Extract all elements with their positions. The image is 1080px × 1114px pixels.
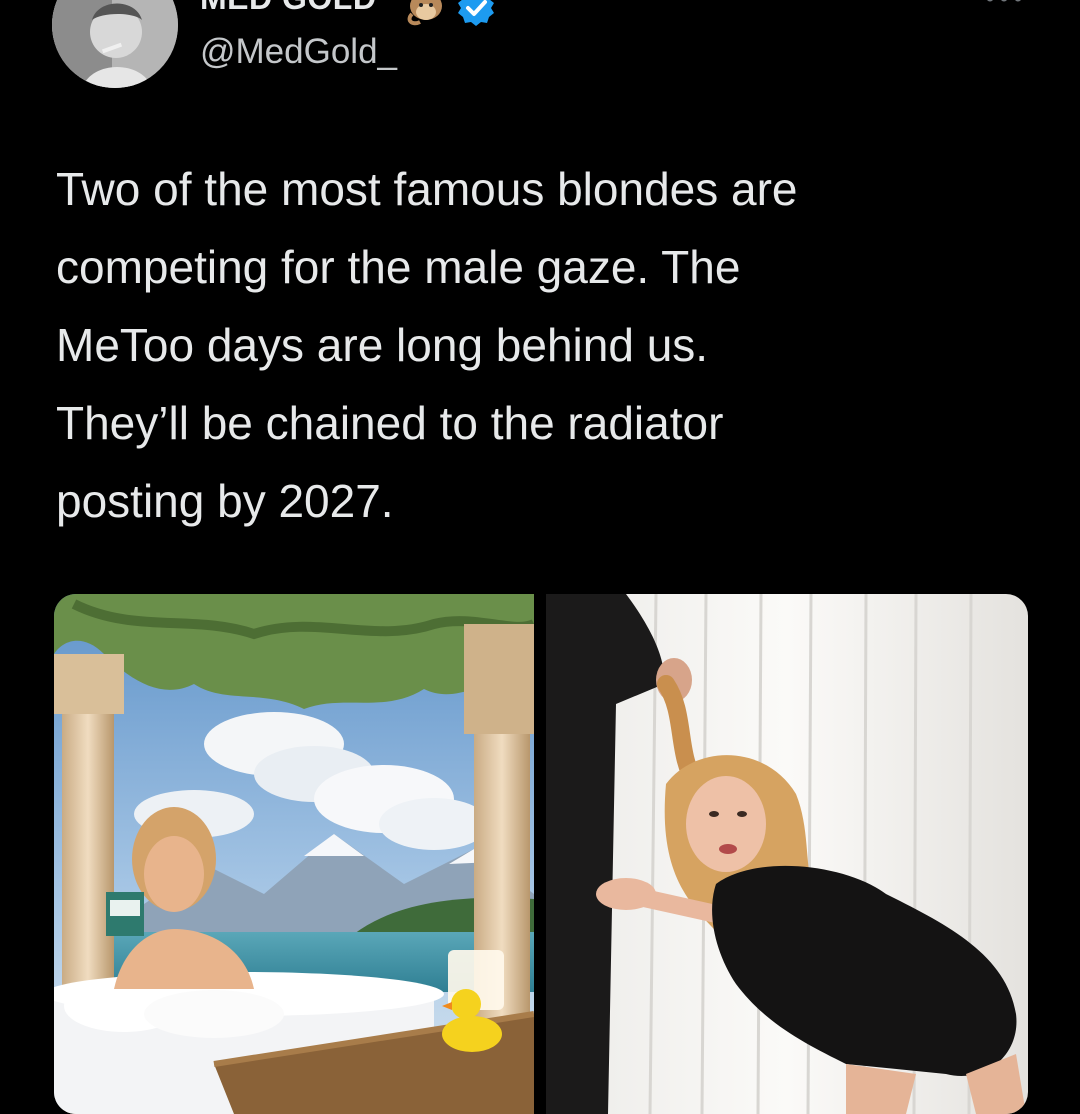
tweet-media: [54, 594, 1028, 1114]
monkey-emoji-icon: [407, 0, 442, 26]
tweet-text-line: MeToo days are long behind us.: [56, 319, 709, 371]
curtain-scene-photo: [546, 594, 1028, 1114]
bathtub-scene-photo: [54, 594, 534, 1114]
avatar[interactable]: [52, 0, 178, 88]
tweet-text-line: They’ll be chained to the radiator: [56, 397, 724, 449]
display-name[interactable]: MED GOLD: [200, 0, 376, 17]
verified-badge-icon: [458, 0, 494, 26]
tweet: MED GOLD @MedGold_ Two of the most famou…: [0, 0, 1080, 1114]
media-image-2[interactable]: [546, 594, 1028, 1114]
tweet-text-line: posting by 2027.: [56, 475, 394, 527]
more-options-icon[interactable]: [984, 0, 1024, 6]
media-image-1[interactable]: [54, 594, 534, 1114]
tweet-text-line: competing for the male gaze. The: [56, 241, 741, 293]
tweet-text: Two of the most famous blondes are compe…: [56, 150, 1016, 540]
avatar-image: [52, 0, 178, 88]
user-handle[interactable]: @MedGold_: [200, 32, 397, 72]
tweet-text-line: Two of the most famous blondes are: [56, 163, 798, 215]
